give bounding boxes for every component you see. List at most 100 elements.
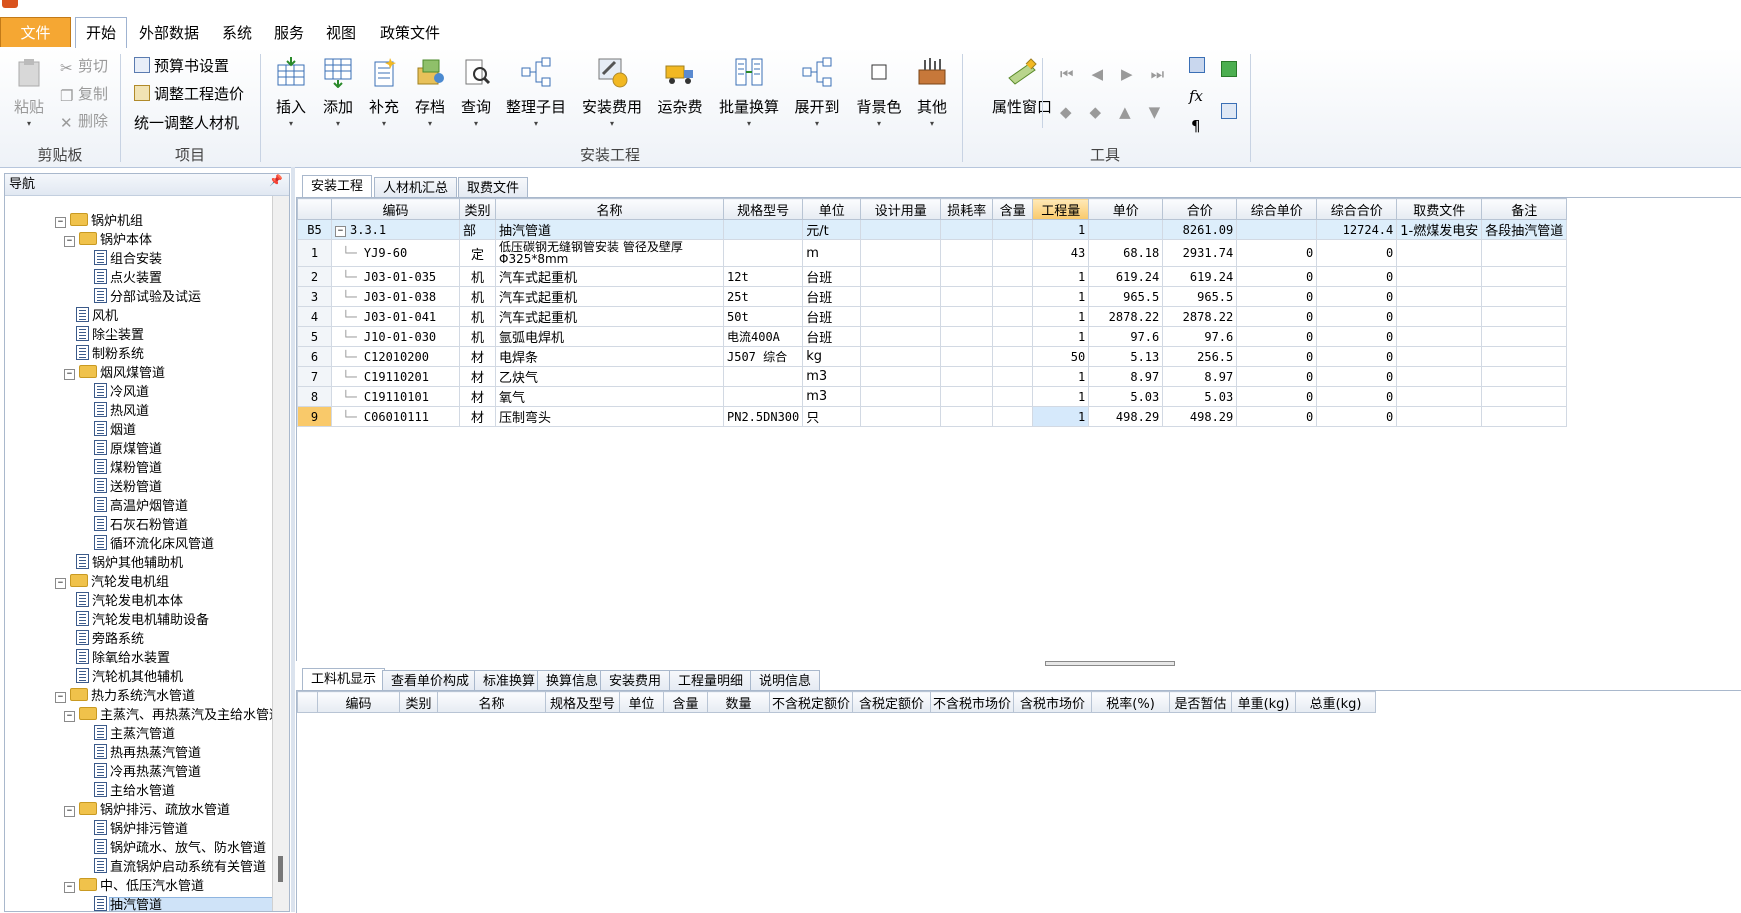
code-cell[interactable]: └─ J03-01-041 — [331, 306, 460, 327]
tab-external-data[interactable]: 外部数据 — [127, 20, 211, 46]
design-qty-cell[interactable] — [860, 266, 942, 287]
quantity-cell[interactable]: 1 — [1032, 366, 1090, 387]
background-color-button[interactable]: 背景色 ▾ — [854, 56, 904, 140]
fee-file-cell[interactable] — [1396, 346, 1483, 367]
loss-rate-cell[interactable] — [940, 366, 994, 387]
quantity-cell[interactable]: 1 — [1032, 266, 1090, 287]
tree-leaf-node[interactable]: 送粉管道 — [82, 478, 162, 497]
resource-column-header[interactable]: 不含税市场价 — [930, 691, 1015, 713]
design-qty-cell[interactable] — [860, 219, 942, 240]
unit-cell[interactable]: 台班 — [802, 286, 862, 307]
code-cell[interactable]: └─ J03-01-035 — [331, 266, 460, 287]
tab-view[interactable]: 视图 — [315, 20, 367, 46]
column-header[interactable]: 损耗率 — [940, 198, 994, 220]
composite-total-cell[interactable]: 0 — [1316, 366, 1398, 387]
name-cell[interactable]: 汽车式起重机 — [495, 306, 724, 327]
quantity-cell[interactable]: 1 — [1032, 306, 1090, 327]
tab-unit-price-composition[interactable]: 查看单价构成 — [382, 670, 479, 692]
tree-leaf-node[interactable]: 汽轮发电机辅助设备 — [64, 611, 209, 630]
property-window-button[interactable]: 属性窗口 — [972, 56, 1072, 140]
type-cell[interactable]: 机 — [459, 326, 496, 347]
unit-cell[interactable]: 台班 — [802, 266, 862, 287]
total-cell[interactable]: 256.5 — [1162, 346, 1238, 367]
resource-column-header[interactable]: 规格及型号 — [545, 691, 620, 713]
tab-file[interactable]: 文件 — [0, 17, 71, 47]
cube-icon[interactable] — [1221, 58, 1241, 82]
type-cell[interactable]: 机 — [459, 286, 496, 307]
tree-leaf-node[interactable]: 原煤管道 — [82, 440, 162, 459]
type-cell[interactable]: 部 — [459, 219, 496, 240]
note-cell[interactable] — [1481, 406, 1568, 427]
tree-folder-node[interactable]: − 烟风煤管道 — [64, 364, 165, 383]
resource-column-header[interactable]: 含税定额价 — [852, 691, 932, 713]
spec-cell[interactable]: 25t — [722, 286, 804, 307]
tree-leaf-node[interactable]: 制粉系统 — [64, 345, 144, 364]
freight-button[interactable]: 运杂费 — [656, 56, 704, 140]
content-cell[interactable] — [992, 286, 1034, 307]
collapse-toggle-icon[interactable]: − — [64, 236, 75, 247]
composite-price-cell[interactable]: 0 — [1236, 306, 1318, 327]
row-number[interactable]: 9 — [297, 406, 332, 427]
composite-total-cell[interactable]: 0 — [1316, 239, 1398, 267]
collapse-toggle-icon[interactable]: − — [64, 711, 75, 722]
collapse-toggle-icon[interactable]: − — [55, 578, 66, 589]
code-cell[interactable]: −3.3.1 — [331, 219, 460, 240]
tree-leaf-node[interactable]: 分部试验及试运 — [82, 288, 201, 307]
name-cell[interactable]: 压制弯头 — [495, 406, 724, 427]
quantity-cell[interactable]: 1 — [1032, 219, 1090, 240]
table-row[interactable]: 6 └─ C12010200 材电焊条 J507 综合 kg 50 5.13 256.5 0 0 — [297, 346, 1568, 367]
unit-cell[interactable]: 元/t — [802, 219, 862, 240]
column-header[interactable]: 名称 — [495, 198, 724, 220]
loss-rate-cell[interactable] — [940, 346, 994, 367]
content-cell[interactable] — [992, 386, 1034, 407]
composite-price-cell[interactable]: 0 — [1236, 346, 1318, 367]
column-header[interactable]: 设计用量 — [860, 198, 942, 220]
tree-leaf-node[interactable]: 直流锅炉启动系统有关管道 — [82, 858, 266, 877]
composite-total-cell[interactable]: 0 — [1316, 346, 1398, 367]
composite-price-cell[interactable]: 0 — [1236, 286, 1318, 307]
table-row[interactable]: 1 └─ YJ9-60 定低压碳钢无缝钢管安装 管径及壁厚Φ325*8mm m 43 6… — [297, 239, 1568, 267]
composite-total-cell[interactable]: 12724.4 — [1316, 219, 1398, 240]
fee-file-cell[interactable] — [1396, 326, 1483, 347]
composite-total-cell[interactable]: 0 — [1316, 386, 1398, 407]
column-header[interactable]: 单位 — [802, 198, 862, 220]
unit-cell[interactable]: m — [802, 239, 862, 267]
column-header[interactable]: 合价 — [1162, 198, 1238, 220]
unit-price-cell[interactable]: 498.29 — [1088, 406, 1164, 427]
tab-description-info[interactable]: 说明信息 — [750, 670, 821, 692]
composite-total-cell[interactable]: 0 — [1316, 266, 1398, 287]
horizontal-splitter[interactable] — [1045, 661, 1175, 666]
type-cell[interactable]: 定 — [459, 239, 496, 267]
total-cell[interactable]: 97.6 — [1162, 326, 1238, 347]
design-qty-cell[interactable] — [860, 346, 942, 367]
note-cell[interactable] — [1481, 386, 1568, 407]
spec-cell[interactable] — [722, 386, 804, 407]
code-cell[interactable]: └─ J10-01-030 — [331, 326, 460, 347]
unit-cell[interactable]: m3 — [802, 386, 862, 407]
unify-adjust-button[interactable]: 统一调整人材机 — [134, 111, 239, 135]
tree-leaf-node[interactable]: 热风道 — [82, 402, 149, 421]
note-cell[interactable] — [1481, 286, 1568, 307]
tree-leaf-node[interactable]: 除尘装置 — [64, 326, 144, 345]
loss-rate-cell[interactable] — [940, 239, 994, 267]
unit-price-cell[interactable]: 965.5 — [1088, 286, 1164, 307]
column-header[interactable]: 备注 — [1481, 198, 1568, 220]
resource-column-header[interactable]: 总重(kg) — [1295, 691, 1377, 713]
content-cell[interactable] — [992, 239, 1034, 267]
unit-price-cell[interactable]: 8.97 — [1088, 366, 1164, 387]
composite-price-cell[interactable]: 0 — [1236, 386, 1318, 407]
total-cell[interactable]: 8.97 — [1162, 366, 1238, 387]
tree-leaf-node[interactable]: 循环流化床风管道 — [82, 535, 214, 554]
table-row[interactable]: 5 └─ J10-01-030 机氩弧电焊机 电流400A 台班 1 97.6 97.6 0 0 — [297, 326, 1568, 347]
fee-file-cell[interactable] — [1396, 366, 1483, 387]
unit-price-cell[interactable]: 5.03 — [1088, 386, 1164, 407]
content-cell[interactable] — [992, 326, 1034, 347]
table-row[interactable]: 3 └─ J03-01-038 机汽车式起重机 25t 台班 1 965.5 965.5 0 0 — [297, 286, 1568, 307]
budget-settings-button[interactable]: 预算书设置 — [134, 54, 229, 78]
column-header[interactable]: 综合合价 — [1316, 198, 1398, 220]
delete-button[interactable]: ✕ 删除 — [60, 109, 108, 133]
spec-cell[interactable] — [722, 219, 804, 240]
design-qty-cell[interactable] — [860, 366, 942, 387]
design-qty-cell[interactable] — [860, 239, 942, 267]
total-cell[interactable]: 8261.09 — [1162, 219, 1238, 240]
